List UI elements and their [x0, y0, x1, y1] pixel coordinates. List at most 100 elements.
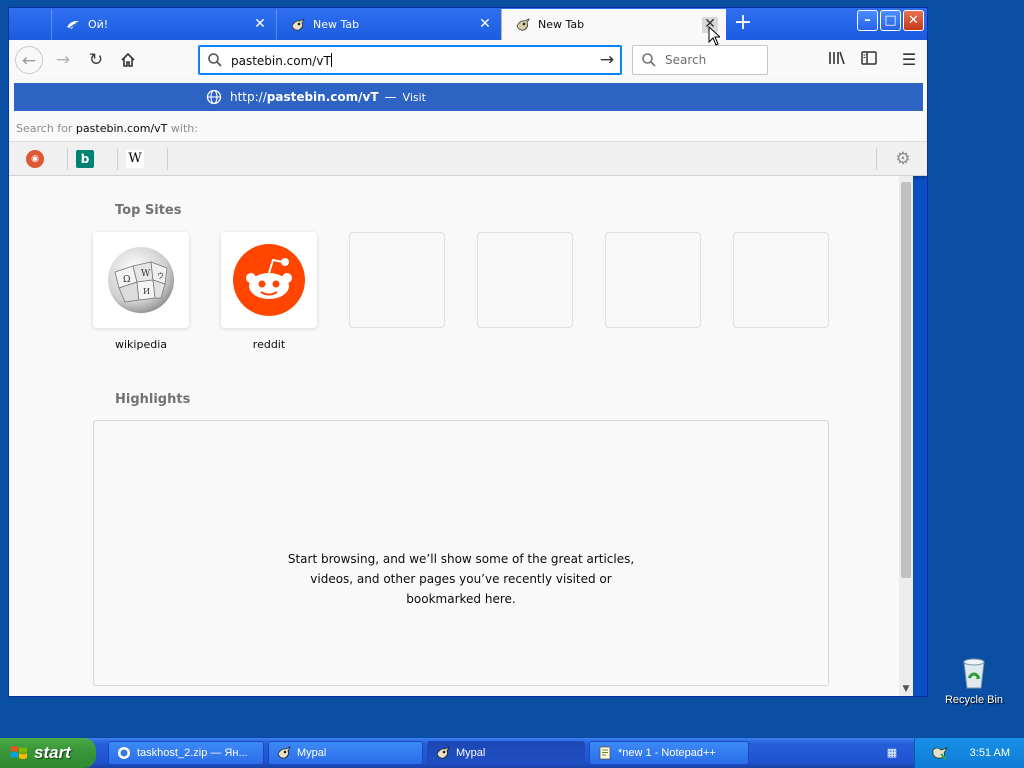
recycle-bin-icon: [963, 658, 985, 689]
top-site-placeholder: [605, 232, 701, 328]
search-with-prefix: Search for: [16, 122, 76, 135]
one-off-search-engines: ◉ b W ⚙: [9, 141, 927, 175]
duckduckgo-icon[interactable]: ◉: [26, 150, 44, 168]
engine-divider: [67, 148, 68, 170]
taskbar-item-mypal-1[interactable]: Mypal: [268, 741, 423, 765]
window-controls: – □ ✕: [857, 10, 924, 31]
suggestion-action: Visit: [402, 90, 426, 104]
start-label: start: [34, 743, 71, 762]
clock: 3:51 AM: [969, 747, 1010, 759]
mypal-icon: [291, 17, 305, 31]
mypal-icon: [436, 746, 450, 759]
tab-strip: Ой! ✕ New Tab ✕ New Tab ✕ + – □ ✕: [9, 8, 927, 40]
tab-strip-spacer: [9, 8, 51, 40]
back-button[interactable]: ←: [15, 46, 43, 74]
top-site-placeholder: [733, 232, 829, 328]
mypal-icon: [277, 746, 291, 759]
top-site-label: wikipedia: [114, 338, 167, 351]
minimize-button[interactable]: –: [857, 10, 878, 31]
tab-title: New Tab: [538, 18, 585, 31]
mouse-cursor-icon: [708, 26, 720, 46]
taskbar-item-mypal-2[interactable]: Mypal: [427, 741, 585, 765]
highlights-empty-message: Start browsing, and we’ll show some of t…: [287, 552, 635, 606]
suggestion-dash: —: [384, 90, 397, 104]
search-bar[interactable]: [632, 45, 768, 75]
arrow-left-icon: ←: [21, 51, 37, 71]
svg-text:Ω: Ω: [123, 275, 130, 285]
wikipedia-icon[interactable]: W: [126, 150, 144, 168]
maximize-button[interactable]: □: [880, 10, 901, 31]
svg-text:ウ: ウ: [157, 272, 164, 280]
scrollbar-thumb[interactable]: [901, 182, 911, 578]
vertical-scrollbar[interactable]: ▼: [899, 176, 913, 696]
window-close-button[interactable]: ✕: [903, 10, 924, 31]
navigation-toolbar: ← → ↻ pastebin.com/vT → Search ☰: [9, 40, 927, 80]
tab-new-tab-1[interactable]: New Tab ✕: [276, 9, 501, 40]
suggestion-url: http://pastebin.com/vT: [230, 90, 379, 104]
reload-button[interactable]: ↻: [82, 46, 110, 74]
recycle-bin-label: Recycle Bin: [944, 694, 1004, 706]
top-site-tile-reddit[interactable]: [221, 232, 317, 328]
keyboard-icon[interactable]: ▦: [884, 746, 900, 760]
task-label: taskhost_2.zip — Ян...: [137, 747, 248, 759]
tab-title: Ой!: [88, 18, 109, 31]
address-input[interactable]: pastebin.com/vT: [231, 52, 593, 68]
taskbar-item-yandex[interactable]: taskhost_2.zip — Ян...: [108, 741, 264, 765]
tab-oy[interactable]: Ой! ✕: [51, 9, 276, 40]
task-label: Mypal: [297, 747, 327, 759]
search-input[interactable]: [665, 53, 757, 67]
engine-divider: [876, 148, 877, 170]
text-caret: [330, 52, 332, 67]
address-value: pastebin.com/vT: [231, 53, 331, 68]
highlights-heading: Highlights: [115, 392, 191, 407]
highlights-empty-box: Start browsing, and we’ll show some of t…: [93, 420, 829, 686]
hamburger-menu-icon[interactable]: ☰: [899, 50, 919, 70]
tab-new-tab-active[interactable]: New Tab ✕: [501, 9, 726, 40]
search-icon: [642, 53, 656, 67]
home-icon: [121, 52, 135, 67]
scroll-down-arrow-icon[interactable]: ▼: [899, 682, 913, 696]
system-tray: 3:51 AM: [914, 738, 1024, 768]
bing-icon[interactable]: b: [76, 150, 94, 168]
close-icon[interactable]: ✕: [477, 16, 493, 33]
top-site-placeholder: [477, 232, 573, 328]
sidebar-toggle-icon[interactable]: [859, 50, 879, 70]
search-icon: [208, 53, 222, 67]
home-button[interactable]: [114, 46, 142, 74]
suggestion-bold: pastebin.com/vT: [266, 90, 379, 104]
notepad-icon: [599, 746, 611, 760]
recycle-bin-shortcut[interactable]: Recycle Bin: [940, 656, 1008, 706]
autocomplete-suggestion[interactable]: http://pastebin.com/vT — Visit: [14, 83, 923, 111]
search-with-suffix: with:: [167, 122, 198, 135]
new-tab-button[interactable]: +: [731, 12, 755, 36]
top-site-tile-wikipedia[interactable]: Ω W И ウ: [93, 232, 189, 328]
svg-text:И: И: [143, 287, 150, 296]
globe-icon: [206, 89, 222, 105]
search-with-label: Search for pastebin.com/vT with:: [16, 122, 198, 135]
svg-text:W: W: [141, 269, 151, 279]
windows-flag-icon: [11, 746, 27, 759]
reload-icon: ↻: [88, 50, 104, 70]
go-arrow-icon[interactable]: →: [593, 50, 621, 70]
wikipedia-globe-icon: Ω W И ウ: [108, 247, 174, 313]
close-icon[interactable]: ✕: [252, 16, 268, 33]
search-with-query: pastebin.com/vT: [75, 122, 168, 135]
task-label: Mypal: [456, 747, 486, 759]
arrow-right-icon: →: [55, 50, 71, 70]
start-button[interactable]: start: [0, 738, 96, 768]
network-icon[interactable]: [932, 745, 948, 761]
top-sites-heading: Top Sites: [115, 203, 182, 218]
tab-title: New Tab: [313, 18, 360, 31]
taskbar: start taskhost_2.zip — Ян... Mypal Mypal…: [0, 738, 1024, 768]
library-icon[interactable]: [827, 50, 847, 70]
browser-window: Ой! ✕ New Tab ✕ New Tab ✕ + – □ ✕ ← → ↻ …: [8, 7, 928, 697]
gear-icon[interactable]: ⚙: [893, 149, 913, 169]
top-site-label: reddit: [252, 338, 286, 351]
yandex-icon: [67, 20, 79, 29]
address-bar[interactable]: pastebin.com/vT →: [198, 45, 622, 75]
engine-divider: [117, 148, 118, 170]
forward-button[interactable]: →: [49, 46, 77, 74]
reddit-logo-icon: [233, 244, 305, 316]
task-label: *new 1 - Notepad++: [618, 747, 716, 759]
taskbar-item-notepad[interactable]: *new 1 - Notepad++: [589, 741, 749, 765]
